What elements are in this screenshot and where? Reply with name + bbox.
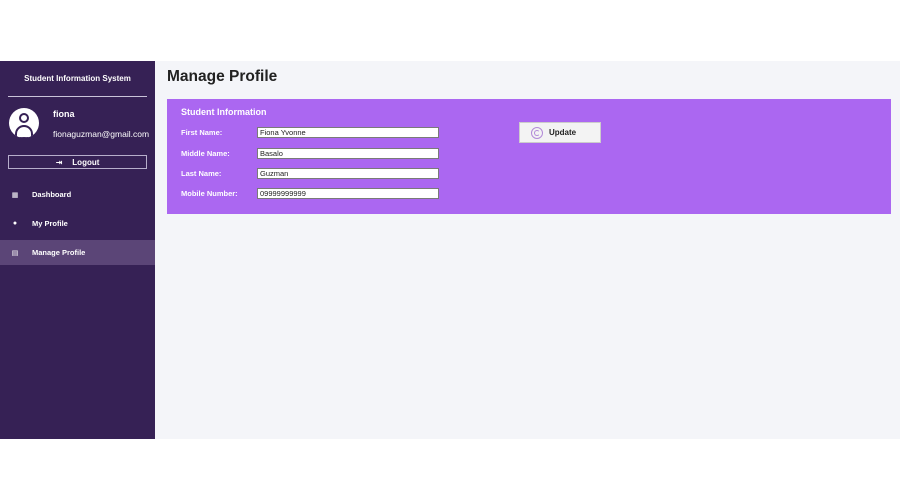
logout-icon: ⇥ bbox=[55, 157, 63, 167]
middle-name-row: Middle Name: Basalo bbox=[181, 147, 439, 159]
avatar-icon bbox=[9, 108, 39, 138]
sidebar-item-label: Dashboard bbox=[32, 190, 72, 199]
page-title: Manage Profile bbox=[167, 68, 278, 85]
middle-name-field[interactable]: Basalo bbox=[257, 147, 439, 159]
refresh-icon bbox=[531, 126, 543, 139]
first-name-row: First Name: Fiona Yvonne bbox=[181, 126, 439, 138]
sidebar-divider bbox=[8, 96, 147, 97]
edit-icon: ▤ bbox=[11, 249, 19, 257]
mobile-number-label: Mobile Number: bbox=[181, 188, 238, 198]
sidebar: Student Information System fiona fionagu… bbox=[0, 61, 155, 439]
sidebar-item-dashboard[interactable]: ▦ Dashboard bbox=[0, 182, 155, 207]
update-label: Update bbox=[549, 128, 577, 137]
first-name-field[interactable]: Fiona Yvonne bbox=[257, 126, 439, 138]
logout-label: Logout bbox=[72, 157, 100, 167]
user-name: fiona bbox=[53, 109, 75, 119]
mobile-number-row: Mobile Number: 09999999999 bbox=[181, 187, 439, 199]
middle-name-label: Middle Name: bbox=[181, 148, 230, 158]
sidebar-item-my-profile[interactable]: ● My Profile bbox=[0, 211, 155, 236]
last-name-field[interactable]: Guzman bbox=[257, 167, 439, 179]
last-name-label: Last Name: bbox=[181, 168, 222, 178]
user-email: fionaguzman@gmail.com bbox=[53, 129, 150, 139]
first-name-label: First Name: bbox=[181, 127, 223, 137]
sidebar-nav: ▦ Dashboard ● My Profile ▤ Manage Profil… bbox=[0, 182, 155, 265]
grid-icon: ▦ bbox=[11, 191, 19, 199]
sidebar-item-label: My Profile bbox=[32, 219, 68, 228]
app-window: Student Information System fiona fionagu… bbox=[0, 61, 900, 439]
student-info-card: Student Information First Name: Fiona Yv… bbox=[167, 99, 891, 214]
mobile-number-field[interactable]: 09999999999 bbox=[257, 187, 439, 199]
last-name-row: Last Name: Guzman bbox=[181, 167, 439, 179]
user-icon: ● bbox=[12, 220, 18, 227]
main-content: Manage Profile Student Information First… bbox=[155, 61, 900, 439]
sidebar-item-label: Manage Profile bbox=[32, 248, 86, 257]
app-title: Student Information System bbox=[24, 74, 131, 83]
update-button[interactable]: Update bbox=[519, 122, 601, 143]
sidebar-item-manage-profile[interactable]: ▤ Manage Profile bbox=[0, 240, 155, 265]
card-title: Student Information bbox=[181, 107, 267, 117]
user-profile: fiona fionaguzman@gmail.com bbox=[0, 107, 155, 155]
logout-button[interactable]: ⇥ Logout bbox=[8, 155, 147, 169]
